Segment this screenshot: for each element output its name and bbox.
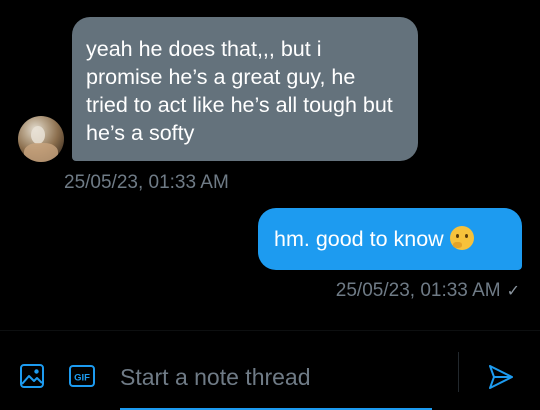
outgoing-message-meta: 25/05/23, 01:33 AM ✓ — [336, 280, 520, 302]
composer-separator — [458, 352, 459, 392]
incoming-message-row: yeah he does that,,, but i promise he’s … — [16, 16, 426, 166]
incoming-message-text: yeah he does that,,, but i promise he’s … — [86, 37, 393, 145]
gif-icon: GIF — [69, 365, 95, 387]
send-icon — [489, 365, 513, 389]
thinking-face-emoji-icon — [449, 226, 474, 251]
note-thread-input[interactable] — [120, 360, 432, 394]
incoming-message-timestamp: 25/05/23, 01:33 AM — [64, 172, 229, 193]
avatar-face-shape — [31, 126, 45, 144]
incoming-message-bubble[interactable]: yeah he does that,,, but i promise he’s … — [72, 17, 418, 161]
gif-label: GIF — [74, 373, 90, 384]
message-composer: GIF — [0, 350, 540, 410]
outgoing-message-bubble[interactable]: hm. good to know — [258, 208, 522, 270]
add-image-button[interactable] — [18, 362, 46, 390]
add-gif-button[interactable]: GIF — [68, 362, 96, 390]
image-icon — [20, 364, 44, 388]
composer-divider — [0, 330, 540, 331]
note-thread-field — [120, 350, 432, 410]
avatar-body-shape — [24, 143, 58, 162]
outgoing-message-text: hm. good to know — [274, 227, 444, 251]
sent-check-icon: ✓ — [506, 283, 520, 300]
avatar[interactable] — [18, 116, 64, 162]
send-button[interactable] — [486, 362, 516, 392]
outgoing-message-timestamp: 25/05/23, 01:33 AM — [335, 280, 501, 301]
